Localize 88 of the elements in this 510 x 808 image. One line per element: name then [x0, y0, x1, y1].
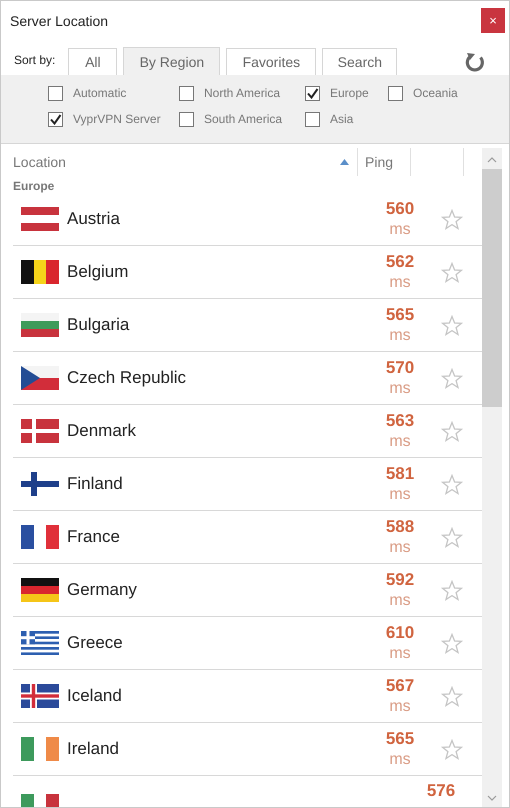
country-name: Ireland	[67, 739, 120, 759]
ping-unit: ms	[389, 591, 411, 611]
tab[interactable]: By Region	[123, 47, 220, 75]
column-header[interactable]: Ping	[357, 148, 410, 176]
ping-value: 576	[426, 780, 456, 802]
sort-arrow-icon	[340, 159, 349, 165]
country-name: Austria	[67, 209, 121, 229]
ping-value: 567	[386, 675, 414, 697]
country-name: Greece	[67, 633, 124, 653]
scroll-down-icon[interactable]	[487, 795, 497, 801]
country-name: France	[67, 527, 121, 547]
ping-unit: ms	[389, 750, 411, 770]
check-icon	[306, 86, 319, 100]
flag-icon	[21, 578, 59, 602]
ping-value: 563	[386, 410, 414, 432]
country-name: Czech Republic	[67, 368, 188, 388]
star-icon[interactable]	[441, 632, 463, 654]
country-name: Denmark	[67, 421, 137, 441]
ping-value: 562	[386, 251, 414, 273]
checkbox-label: VyprVPN Server	[73, 112, 161, 126]
flag-icon	[21, 313, 59, 337]
ping-value: 610	[386, 622, 414, 644]
star-icon[interactable]	[441, 526, 463, 548]
checkbox[interactable]	[48, 86, 63, 100]
star-icon[interactable]	[441, 686, 463, 706]
flag-icon	[21, 366, 59, 390]
checkbox[interactable]	[305, 86, 320, 100]
country-name: Finland	[67, 474, 124, 494]
ping-value: 570	[386, 357, 414, 379]
country-name: Germany	[67, 580, 138, 600]
checkbox-label: North America	[204, 86, 280, 100]
refresh-icon[interactable]	[464, 50, 486, 72]
ping-value: 581	[386, 463, 414, 485]
flag-icon	[21, 419, 59, 443]
checkbox-label: Asia	[330, 112, 354, 126]
star-icon[interactable]	[441, 314, 463, 336]
star-icon[interactable]	[441, 474, 463, 494]
ping-unit: ms	[389, 485, 411, 505]
ping-unit: ms	[389, 644, 411, 664]
country-name: Belgium	[67, 262, 130, 282]
tab[interactable]: Search	[322, 48, 398, 75]
sort-label: Sort by:	[14, 52, 56, 66]
flag-icon	[21, 260, 59, 284]
ping-unit: ms	[389, 220, 411, 240]
ping-value: 560	[386, 198, 414, 220]
flag-icon	[21, 684, 59, 708]
ping-value: 588	[386, 516, 414, 538]
close-button[interactable]: ×	[481, 8, 505, 32]
country-name: Iceland	[67, 686, 123, 706]
checkbox[interactable]	[48, 112, 63, 126]
checkbox[interactable]	[305, 112, 320, 126]
flag-icon	[21, 472, 59, 496]
checkbox-label: South America	[204, 112, 282, 126]
checkbox-label: Automatic	[73, 86, 126, 100]
scroll-up-icon[interactable]	[487, 157, 497, 163]
ping-unit: ms	[389, 432, 411, 452]
flag-icon	[21, 525, 59, 549]
star-icon[interactable]	[441, 262, 463, 282]
checkbox-label: Europe	[330, 86, 369, 100]
country-name: Bulgaria	[67, 315, 130, 335]
ping-unit: ms	[389, 697, 411, 717]
ping-value: 565	[386, 728, 414, 750]
scrollbar[interactable]	[482, 148, 502, 807]
checkbox[interactable]	[179, 112, 194, 126]
star-icon[interactable]	[441, 420, 463, 442]
star-icon[interactable]	[441, 368, 463, 388]
column-header[interactable]: Location	[13, 154, 340, 170]
flag-icon	[21, 631, 59, 655]
check-icon	[49, 112, 62, 126]
star-icon[interactable]	[441, 738, 463, 760]
checkbox[interactable]	[388, 86, 403, 100]
flag-icon	[21, 737, 59, 761]
flag-icon	[21, 207, 59, 231]
ping-unit: ms	[389, 379, 411, 399]
star-icon[interactable]	[441, 208, 463, 230]
ping-unit: ms	[389, 273, 411, 293]
tab[interactable]: Favorites	[226, 48, 316, 75]
checkbox[interactable]	[179, 86, 194, 100]
checkbox-label: Oceania	[413, 86, 458, 100]
group-label: Europe	[12, 178, 56, 193]
ping-value: 592	[386, 569, 414, 591]
window-title: Server Location	[10, 13, 108, 29]
tab[interactable]: All	[68, 48, 118, 75]
ping-unit: ms	[389, 326, 411, 346]
ping-unit: ms	[389, 538, 411, 558]
ping-value: 565	[386, 304, 414, 326]
star-icon[interactable]	[441, 580, 463, 600]
scrollbar-thumb[interactable]	[482, 169, 502, 407]
